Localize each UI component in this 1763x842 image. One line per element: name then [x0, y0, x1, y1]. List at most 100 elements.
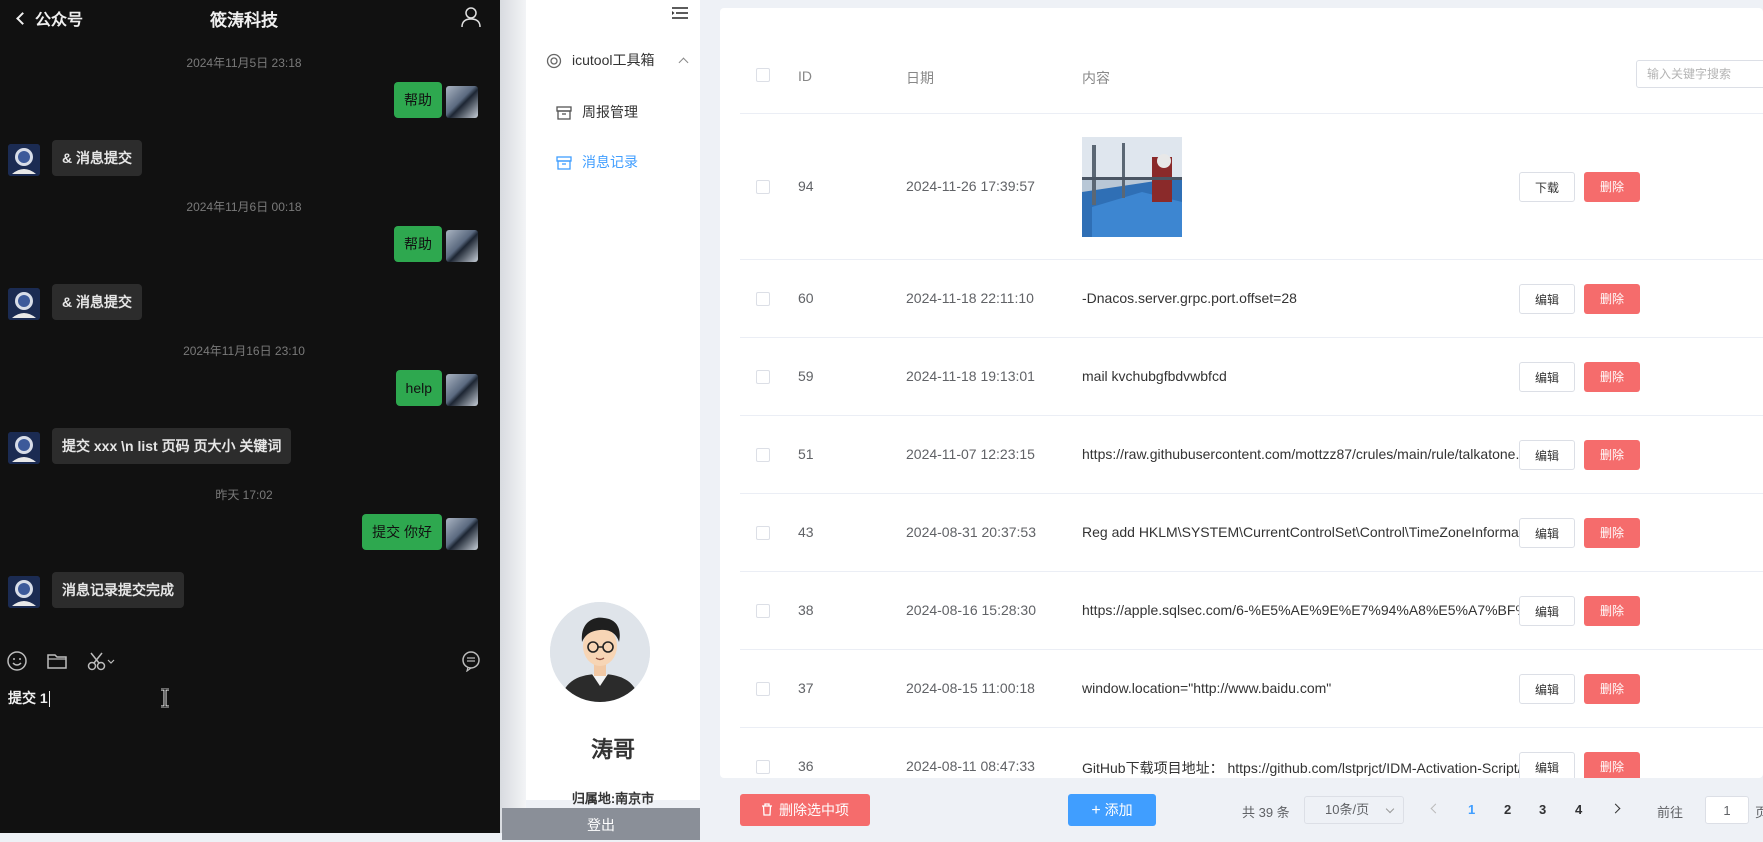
sent-message-bubble[interactable]: 帮助: [394, 82, 442, 118]
delete-button[interactable]: 删除: [1584, 362, 1640, 392]
sidebar-item-message-log[interactable]: 消息记录: [556, 152, 638, 172]
official-account-avatar[interactable]: [8, 432, 40, 464]
sidebar-item-weekly-report[interactable]: 周报管理: [556, 102, 638, 122]
prev-page-button[interactable]: [1430, 803, 1441, 814]
plus-icon: +: [1091, 802, 1101, 819]
sent-message-bubble[interactable]: 提交 你好: [362, 514, 442, 550]
row-checkbox[interactable]: [756, 760, 770, 774]
emoji-icon[interactable]: [6, 650, 28, 672]
delete-button[interactable]: 删除: [1584, 172, 1640, 202]
scissors-icon[interactable]: [86, 650, 118, 672]
page-number-3[interactable]: 3: [1539, 802, 1546, 817]
column-header-content: 内容: [1082, 70, 1110, 86]
delete-button[interactable]: 删除: [1584, 674, 1640, 704]
chat-timestamp: 昨天 17:02: [215, 488, 273, 502]
row-checkbox[interactable]: [756, 370, 770, 384]
profile-icon[interactable]: [460, 6, 482, 28]
edit-button[interactable]: 编辑: [1519, 674, 1575, 704]
table-row[interactable]: 43 2024-08-31 20:37:53 Reg add HKLM\SYSTEM…: [740, 494, 1763, 572]
row-checkbox[interactable]: [756, 292, 770, 306]
user-avatar-illustration: [550, 602, 650, 702]
delete-button[interactable]: 删除: [1584, 518, 1640, 548]
cell-date: 2024-08-31 20:37:53: [906, 524, 1036, 540]
delete-selected-button[interactable]: 删除选中项: [740, 794, 870, 826]
goto-suffix: 页: [1755, 805, 1763, 820]
edit-button[interactable]: 编辑: [1519, 752, 1575, 778]
row-checkbox[interactable]: [756, 526, 770, 540]
table-row[interactable]: 60 2024-11-18 22:11:10 -Dnacos.server.grpc…: [740, 260, 1763, 338]
sidebar-item-label: 消息记录: [582, 154, 638, 170]
table-row[interactable]: 38 2024-08-16 15:28:30 https://apple.sqlse…: [740, 572, 1763, 650]
page-size-select[interactable]: 10条/页: [1304, 796, 1404, 824]
row-checkbox[interactable]: [756, 448, 770, 462]
sidebar-item-label: 周报管理: [582, 104, 638, 120]
sidebar-group-icutool[interactable]: icutool工具箱: [546, 50, 689, 70]
chat-toolbar: [0, 650, 500, 674]
chat-timestamp: 2024年11月16日 23:10: [183, 344, 305, 358]
user-location: 归属地:南京市: [571, 791, 655, 806]
next-page-button[interactable]: [1610, 803, 1621, 814]
total-count: 共 39 条: [1242, 805, 1290, 820]
message-table-card: ID 日期 内容 94 2024-11-26 17:39:57 下载删除 60 2024…: [720, 8, 1763, 778]
table-row[interactable]: 36 2024-08-11 08:47:33 GitHub下载项目地址： https…: [740, 728, 1763, 778]
my-avatar[interactable]: [446, 374, 478, 406]
folder-icon[interactable]: [46, 650, 68, 672]
cell-date: 2024-11-26 17:39:57: [906, 178, 1035, 194]
edit-button[interactable]: 编辑: [1519, 362, 1575, 392]
table-row[interactable]: 51 2024-11-07 12:23:15 https://raw.githubu…: [740, 416, 1763, 494]
sidebar-group-label: icutool工具箱: [572, 52, 655, 68]
column-header-date: 日期: [906, 70, 934, 86]
chat-timestamp: 2024年11月6日 00:18: [186, 200, 302, 214]
chat-history-icon[interactable]: [460, 650, 482, 672]
official-account-avatar[interactable]: [8, 288, 40, 320]
edit-button[interactable]: 编辑: [1519, 518, 1575, 548]
panel-gutter: [500, 0, 526, 833]
row-checkbox[interactable]: [756, 180, 770, 194]
chat-timestamp: 2024年11月5日 23:18: [186, 56, 302, 70]
cell-date: 2024-11-18 22:11:10: [906, 290, 1034, 306]
text-caret: [48, 691, 50, 708]
ibeam-cursor-icon: [161, 688, 169, 708]
sent-message-bubble[interactable]: help: [395, 370, 442, 406]
search-input[interactable]: [1636, 60, 1763, 88]
goto-page-input[interactable]: [1705, 796, 1749, 824]
cell-id: 59: [798, 368, 814, 384]
my-avatar[interactable]: [446, 86, 478, 118]
row-checkbox[interactable]: [756, 682, 770, 696]
table-row[interactable]: 37 2024-08-15 11:00:18 window.location="ht…: [740, 650, 1763, 728]
message-input[interactable]: 提交 1: [8, 688, 50, 708]
my-avatar[interactable]: [446, 230, 478, 262]
menu-toggle-icon[interactable]: [672, 6, 688, 20]
edit-button[interactable]: 编辑: [1519, 284, 1575, 314]
add-button[interactable]: + 添加: [1068, 794, 1156, 826]
received-message-bubble[interactable]: 提交 xxx \n list 页码 页大小 关键词: [52, 428, 292, 464]
official-account-avatar[interactable]: [8, 144, 40, 176]
logout-button[interactable]: 登出: [502, 808, 700, 840]
delete-button[interactable]: 删除: [1584, 440, 1640, 470]
delete-button[interactable]: 删除: [1584, 752, 1640, 778]
table-row[interactable]: 59 2024-11-18 19:13:01 mail kvchubgfbdvwbf…: [740, 338, 1763, 416]
delete-button[interactable]: 删除: [1584, 596, 1640, 626]
received-message-bubble[interactable]: 消息记录提交完成: [52, 572, 184, 608]
sent-message-bubble[interactable]: 帮助: [394, 226, 442, 262]
chevron-up-icon: [678, 57, 689, 68]
official-account-avatar[interactable]: [8, 576, 40, 608]
delete-button[interactable]: 删除: [1584, 284, 1640, 314]
page-number-2[interactable]: 2: [1504, 802, 1511, 817]
chevron-down-icon: [1385, 804, 1395, 814]
table-row[interactable]: 94 2024-11-26 17:39:57 下载 删除: [740, 114, 1763, 260]
edit-button[interactable]: 编辑: [1519, 596, 1575, 626]
received-message-bubble[interactable]: & 消息提交: [52, 284, 142, 320]
cell-content: Reg add HKLM\SYSTEM\CurrentControlSet\Co…: [1082, 524, 1552, 540]
page-number-4[interactable]: 4: [1575, 802, 1582, 817]
content-image-thumbnail[interactable]: [1082, 137, 1182, 237]
select-all-checkbox[interactable]: [756, 68, 770, 82]
cell-content: GitHub下载项目地址： https://github.com/lstprjc…: [1082, 760, 1552, 776]
received-message-bubble[interactable]: & 消息提交: [52, 140, 142, 176]
edit-button[interactable]: 编辑: [1519, 440, 1575, 470]
row-checkbox[interactable]: [756, 604, 770, 618]
my-avatar[interactable]: [446, 518, 478, 550]
cell-id: 60: [798, 290, 814, 306]
page-number-1[interactable]: 1: [1468, 802, 1475, 817]
download-button[interactable]: 下载: [1519, 172, 1575, 202]
